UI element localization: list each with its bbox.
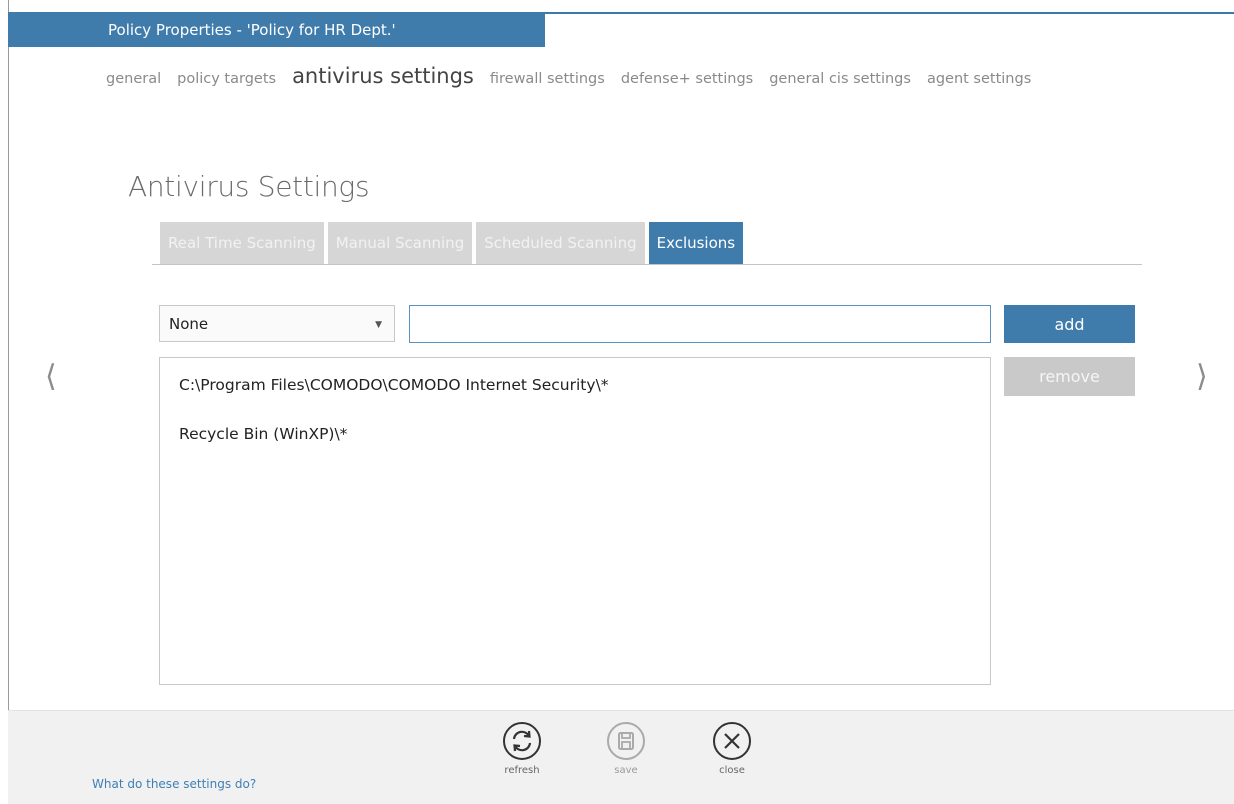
refresh-icon — [503, 722, 541, 760]
nav-firewall-settings[interactable]: firewall settings — [490, 71, 605, 87]
nav-policy-targets[interactable]: policy targets — [177, 71, 276, 87]
nav-general-cis-settings[interactable]: general cis settings — [769, 71, 911, 87]
remove-button[interactable]: remove — [1004, 357, 1135, 396]
save-icon — [607, 722, 645, 760]
add-button[interactable]: add — [1004, 305, 1135, 343]
exclusion-path-input[interactable] — [409, 305, 991, 343]
tab-exclusions[interactable]: Exclusions — [648, 222, 744, 264]
nav-agent-settings[interactable]: agent settings — [927, 71, 1031, 87]
close-label: close — [719, 765, 745, 776]
window-title: Policy Properties - 'Policy for HR Dept.… — [8, 12, 545, 47]
help-link[interactable]: What do these settings do? — [92, 777, 256, 791]
chevron-right-icon[interactable]: ⟩ — [1196, 362, 1208, 392]
save-label: save — [614, 765, 638, 776]
exclusion-type-select[interactable]: None ▼ — [159, 305, 395, 342]
main-nav: general policy targets antivirus setting… — [106, 64, 1047, 88]
window-left-border — [0, 0, 9, 803]
exclusion-type-value: None — [169, 314, 209, 333]
dropdown-caret-icon: ▼ — [375, 320, 382, 330]
settings-tabs: Real Time Scanning Manual Scanning Sched… — [160, 222, 747, 264]
nav-defense-settings[interactable]: defense+ settings — [621, 71, 753, 87]
exclusions-list[interactable]: C:\Program Files\COMODO\COMODO Internet … — [159, 357, 991, 685]
list-item[interactable]: Recycle Bin (WinXP)\* — [179, 425, 347, 443]
list-item[interactable]: C:\Program Files\COMODO\COMODO Internet … — [179, 376, 609, 394]
tabs-divider — [152, 264, 1142, 265]
refresh-button[interactable]: refresh — [492, 721, 552, 776]
tab-manual-scanning[interactable]: Manual Scanning — [327, 222, 473, 264]
close-button[interactable]: close — [702, 721, 762, 776]
chevron-left-icon[interactable]: ⟨ — [45, 362, 57, 392]
refresh-label: refresh — [504, 765, 540, 776]
nav-antivirus-settings[interactable]: antivirus settings — [292, 64, 474, 88]
tab-scheduled-scanning[interactable]: Scheduled Scanning — [476, 222, 645, 264]
page-title: Antivirus Settings — [128, 170, 370, 203]
nav-general[interactable]: general — [106, 71, 161, 87]
footer-bar: What do these settings do? refresh save … — [8, 710, 1234, 804]
close-icon — [713, 722, 751, 760]
tab-real-time-scanning[interactable]: Real Time Scanning — [160, 222, 324, 264]
save-button[interactable]: save — [596, 721, 656, 776]
